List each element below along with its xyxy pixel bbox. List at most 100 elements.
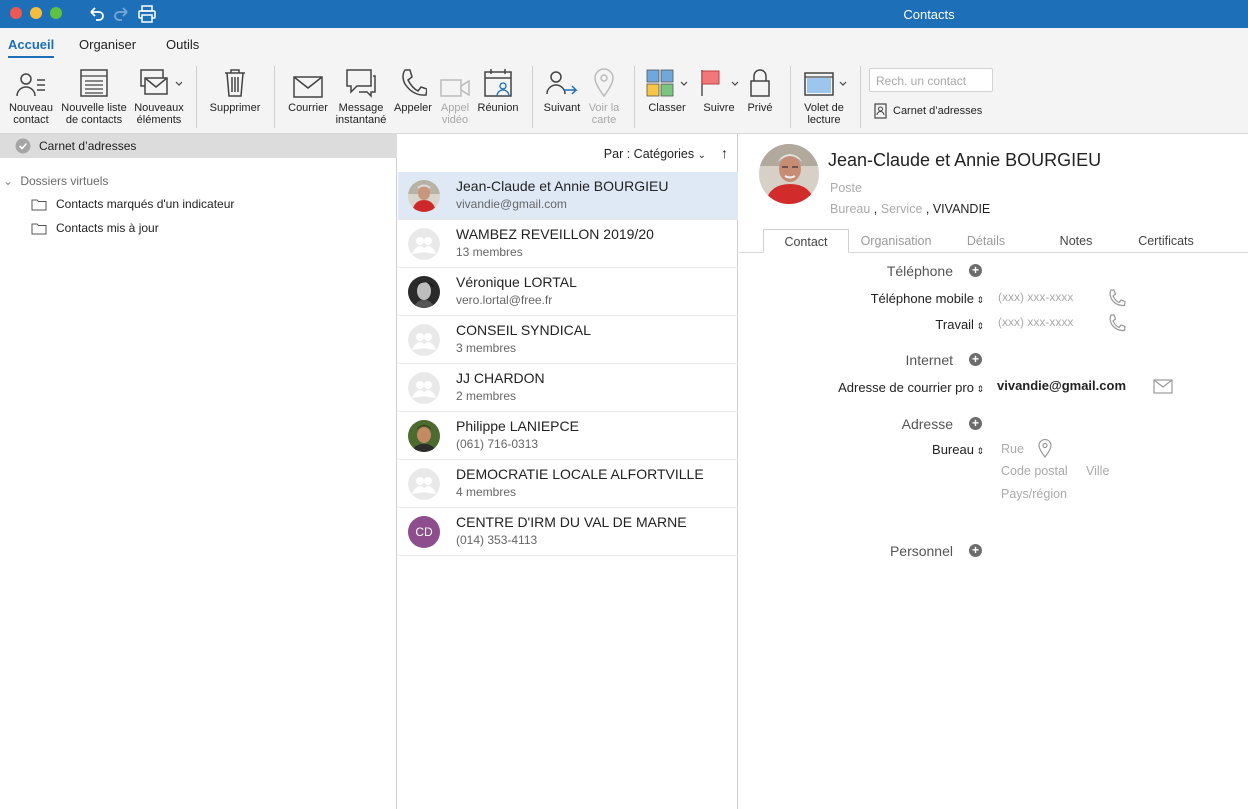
sidebar-item-updated-contacts[interactable]: Contacts mis à jour	[31, 221, 159, 235]
address-type-label: Bureau	[932, 442, 974, 457]
address-type-select[interactable]: Bureau ⇕	[739, 442, 984, 457]
follow-button[interactable]: Suivant	[540, 64, 584, 114]
follow-contact-icon	[546, 71, 578, 95]
mail-label: Courrier	[288, 102, 328, 114]
contact-row[interactable]: WAMBEZ REVEILLON 2019/20 13 membres	[398, 220, 738, 268]
tab-details[interactable]: Détails	[943, 229, 1029, 253]
contact-detail: (014) 353-4113	[456, 533, 538, 547]
tab-contact[interactable]: Contact	[763, 229, 849, 253]
city-input[interactable]: Ville	[1086, 464, 1109, 478]
contact-detail: 3 membres	[456, 341, 517, 355]
add-email-icon[interactable]: +	[969, 353, 982, 366]
call-mobile-icon[interactable]	[1108, 289, 1126, 307]
office-field[interactable]: Bureau	[830, 202, 870, 216]
contact-full-name[interactable]: Jean-Claude et Annie BOURGIEU	[828, 150, 1101, 171]
categorize-button[interactable]: Classer	[642, 64, 692, 114]
sort-direction-icon[interactable]: ↑	[721, 145, 728, 161]
add-address-icon[interactable]: +	[969, 417, 982, 430]
tab-notes[interactable]: Notes	[1031, 229, 1121, 253]
call-button[interactable]: Appeler	[391, 64, 435, 114]
map-pin-icon[interactable]	[1038, 439, 1052, 458]
chat-icon	[346, 69, 376, 98]
follow-up-button[interactable]: Suivre	[696, 64, 742, 114]
contact-name: DEMOCRATIE LOCALE ALFORTVILLE	[456, 466, 704, 482]
follow-label: Suivant	[543, 102, 581, 114]
street-input[interactable]: Rue	[1001, 442, 1024, 456]
add-personal-icon[interactable]: +	[969, 544, 982, 557]
contact-photo[interactable]	[759, 144, 819, 204]
contact-detail-pane: Jean-Claude et Annie BOURGIEU Poste Bure…	[739, 134, 1248, 809]
meeting-button[interactable]: Réunion	[476, 64, 520, 114]
new-items-button[interactable]: Nouveaux éléments	[132, 64, 186, 126]
initials-avatar: CD	[408, 516, 440, 548]
contact-row[interactable]: CONSEIL SYNDICAL 3 membres	[398, 316, 738, 364]
contact-row[interactable]: Véronique LORTAL vero.lortal@free.fr	[398, 268, 738, 316]
sidebar-item-flagged-contacts[interactable]: Contacts marqués d'un indicateur	[31, 197, 234, 211]
private-label: Privé	[747, 102, 773, 114]
department-field[interactable]: Service	[881, 202, 923, 216]
call-work-icon[interactable]	[1108, 314, 1126, 332]
ribbon-tabs: Accueil Organiser Outils	[0, 28, 1248, 60]
group-icon	[408, 468, 440, 500]
contact-detail: vero.lortal@free.fr	[456, 293, 553, 307]
tab-outils[interactable]: Outils	[166, 37, 199, 52]
country-input[interactable]: Pays/région	[1001, 487, 1067, 501]
chevron-down-icon: ⌄	[3, 174, 14, 188]
search-contact-input[interactable]: Rech. un contact	[869, 68, 993, 92]
avatar	[408, 420, 440, 452]
new-contact-button[interactable]: Nouveau contact	[6, 64, 56, 126]
tab-organiser[interactable]: Organiser	[79, 37, 136, 52]
instant-message-button[interactable]: Message instantané	[333, 64, 389, 126]
contact-row[interactable]: CD CENTRE D'IRM DU VAL DE MARNE (014) 35…	[398, 508, 738, 556]
virtual-folders-header[interactable]: ⌄ Dossiers virtuels	[3, 174, 108, 188]
reading-pane-label: Volet de lecture	[804, 102, 844, 126]
sidebar-item-address-book[interactable]: Carnet d’adresses	[0, 134, 397, 158]
company-field[interactable]: VIVANDIE	[933, 202, 990, 216]
tab-organisation[interactable]: Organisation	[851, 229, 941, 253]
contact-detail: vivandie@gmail.com	[456, 197, 567, 211]
mail-button[interactable]: Courrier	[284, 64, 332, 114]
mobile-label: Téléphone mobile	[870, 291, 974, 306]
address-book-button[interactable]: Carnet d’adresses	[874, 103, 982, 119]
mobile-phone-type-select[interactable]: Téléphone mobile ⇕	[739, 291, 984, 306]
private-button[interactable]: Privé	[742, 64, 778, 114]
follow-up-label: Suivre	[703, 102, 735, 114]
contact-name: CENTRE D'IRM DU VAL DE MARNE	[456, 514, 687, 530]
contact-row[interactable]: Jean-Claude et Annie BOURGIEU vivandie@g…	[398, 172, 738, 220]
delete-button[interactable]: Supprimer	[206, 64, 264, 114]
email-type-select[interactable]: Adresse de courrier pro ⇕	[739, 380, 984, 395]
virtual-folders-label: Dossiers virtuels	[20, 174, 109, 188]
new-items-icon	[140, 69, 182, 95]
view-map-button[interactable]: Voir la carte	[584, 64, 624, 126]
tab-accueil[interactable]: Accueil	[8, 37, 55, 58]
add-phone-icon[interactable]: +	[969, 264, 982, 277]
contact-list-pane: Par : Catégories ⌄ ↑ Jean-Claude et Anni…	[398, 134, 738, 809]
contact-detail: (061) 716-0313	[456, 437, 539, 451]
work-phone-input[interactable]: (xxx) xxx-xxxx	[998, 315, 1073, 329]
job-title-field[interactable]: Poste	[830, 181, 862, 195]
work-phone-type-select[interactable]: Travail ⇕	[739, 317, 984, 332]
mobile-phone-input[interactable]: (xxx) xxx-xxxx	[998, 290, 1073, 304]
send-email-icon[interactable]	[1153, 379, 1173, 394]
video-call-button[interactable]: Appel vidéo	[436, 64, 474, 126]
contact-name: WAMBEZ REVEILLON 2019/20	[456, 226, 654, 242]
contact-detail: 4 membres	[456, 485, 517, 499]
email-input[interactable]: vivandie@gmail.com	[997, 378, 1126, 393]
map-label: Voir la carte	[588, 102, 620, 126]
tab-certificates[interactable]: Certificats	[1123, 229, 1209, 253]
group-icon	[408, 324, 440, 356]
organization-line: Bureau , Service , VIVANDIE	[830, 202, 991, 216]
contact-name: Jean-Claude et Annie BOURGIEU	[456, 178, 669, 194]
sort-label: Par : Catégories	[603, 147, 695, 161]
postal-code-input[interactable]: Code postal	[1001, 464, 1068, 478]
new-contact-list-button[interactable]: Nouvelle liste de contacts	[58, 64, 130, 126]
call-label: Appeler	[394, 102, 432, 114]
contact-row[interactable]: Philippe LANIEPCE (061) 716-0313	[398, 412, 738, 460]
contact-row[interactable]: DEMOCRATIE LOCALE ALFORTVILLE 4 membres	[398, 460, 738, 508]
address-book-label: Carnet d’adresses	[893, 105, 983, 117]
reading-pane-button[interactable]: Volet de lecture	[798, 64, 850, 126]
toolbar-divider	[634, 66, 635, 128]
categories-icon	[646, 69, 688, 97]
sort-dropdown[interactable]: Par : Catégories ⌄	[604, 147, 706, 161]
contact-row[interactable]: JJ CHARDON 2 membres	[398, 364, 738, 412]
